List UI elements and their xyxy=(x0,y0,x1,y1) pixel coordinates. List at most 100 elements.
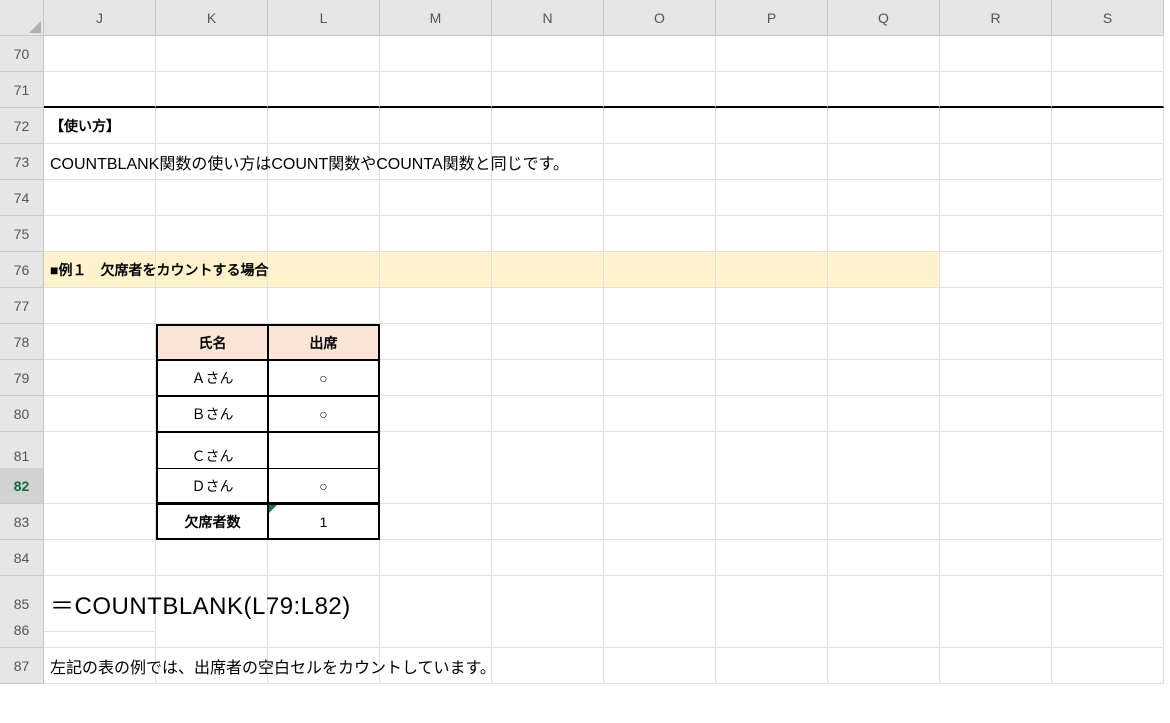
spreadsheet-grid[interactable]: J K L M N O P Q R S 70 71 72 【使い方】 73 CO… xyxy=(0,0,1170,684)
cell-J82[interactable] xyxy=(44,468,156,504)
cell-R87[interactable] xyxy=(940,648,1052,684)
cell-S74[interactable] xyxy=(1052,180,1164,216)
cell-S77[interactable] xyxy=(1052,288,1164,324)
col-header-S[interactable]: S xyxy=(1052,0,1164,36)
cell-N71[interactable] xyxy=(492,72,604,108)
cell-P70[interactable] xyxy=(716,36,828,72)
cell-M83[interactable] xyxy=(380,504,492,540)
cell-O87[interactable] xyxy=(604,648,716,684)
cell-L84[interactable] xyxy=(268,540,380,576)
cell-M71[interactable] xyxy=(380,72,492,108)
row-header-71[interactable]: 71 xyxy=(0,72,44,108)
cell-S82[interactable] xyxy=(1052,468,1164,504)
cell-Q76[interactable] xyxy=(828,252,940,288)
cell-P72[interactable] xyxy=(716,108,828,144)
cell-S83[interactable] xyxy=(1052,504,1164,540)
cell-N82[interactable] xyxy=(492,468,604,504)
cell-J77[interactable] xyxy=(44,288,156,324)
cell-K78-name-header[interactable]: 氏名 xyxy=(156,324,268,360)
cell-O77[interactable] xyxy=(604,288,716,324)
cell-R75[interactable] xyxy=(940,216,1052,252)
row-header-78[interactable]: 78 xyxy=(0,324,44,360)
cell-L75[interactable] xyxy=(268,216,380,252)
cell-M72[interactable] xyxy=(380,108,492,144)
cell-O86[interactable] xyxy=(604,612,716,648)
cell-O73[interactable] xyxy=(604,144,716,180)
cell-S71[interactable] xyxy=(1052,72,1164,108)
cell-O78[interactable] xyxy=(604,324,716,360)
select-all-corner[interactable] xyxy=(0,0,44,36)
cell-M79[interactable] xyxy=(380,360,492,396)
cell-Q83[interactable] xyxy=(828,504,940,540)
row-header-86[interactable]: 86 xyxy=(0,612,44,648)
cell-S86[interactable] xyxy=(1052,612,1164,648)
cell-R84[interactable] xyxy=(940,540,1052,576)
cell-S80[interactable] xyxy=(1052,396,1164,432)
cell-M84[interactable] xyxy=(380,540,492,576)
cell-N78[interactable] xyxy=(492,324,604,360)
cell-N70[interactable] xyxy=(492,36,604,72)
cell-P80[interactable] xyxy=(716,396,828,432)
cell-M86[interactable] xyxy=(380,612,492,648)
cell-S70[interactable] xyxy=(1052,36,1164,72)
row-header-82[interactable]: 82 xyxy=(0,468,44,504)
cell-O80[interactable] xyxy=(604,396,716,432)
cell-L72[interactable] xyxy=(268,108,380,144)
cell-L78-attend-header[interactable]: 出席 xyxy=(268,324,380,360)
cell-P71[interactable] xyxy=(716,72,828,108)
cell-J87[interactable]: 左記の表の例では、出席者の空白セルをカウントしています。 xyxy=(44,648,156,684)
cell-K77[interactable] xyxy=(156,288,268,324)
cell-K70[interactable] xyxy=(156,36,268,72)
cell-P84[interactable] xyxy=(716,540,828,576)
cell-O83[interactable] xyxy=(604,504,716,540)
cell-L74[interactable] xyxy=(268,180,380,216)
cell-O74[interactable] xyxy=(604,180,716,216)
cell-M78[interactable] xyxy=(380,324,492,360)
cell-O79[interactable] xyxy=(604,360,716,396)
row-header-79[interactable]: 79 xyxy=(0,360,44,396)
cell-J74[interactable] xyxy=(44,180,156,216)
row-header-84[interactable]: 84 xyxy=(0,540,44,576)
cell-N76[interactable] xyxy=(492,252,604,288)
col-header-R[interactable]: R xyxy=(940,0,1052,36)
cell-Q70[interactable] xyxy=(828,36,940,72)
cell-J70[interactable] xyxy=(44,36,156,72)
cell-R86[interactable] xyxy=(940,612,1052,648)
row-header-73[interactable]: 73 xyxy=(0,144,44,180)
col-header-K[interactable]: K xyxy=(156,0,268,36)
cell-L82[interactable]: ○ xyxy=(268,468,380,504)
cell-M75[interactable] xyxy=(380,216,492,252)
cell-Q78[interactable] xyxy=(828,324,940,360)
cell-Q79[interactable] xyxy=(828,360,940,396)
col-header-L[interactable]: L xyxy=(268,0,380,36)
cell-J75[interactable] xyxy=(44,216,156,252)
cell-R70[interactable] xyxy=(940,36,1052,72)
col-header-P[interactable]: P xyxy=(716,0,828,36)
cell-O82[interactable] xyxy=(604,468,716,504)
cell-L70[interactable] xyxy=(268,36,380,72)
cell-K72[interactable] xyxy=(156,108,268,144)
col-header-N[interactable]: N xyxy=(492,0,604,36)
row-header-75[interactable]: 75 xyxy=(0,216,44,252)
cell-P87[interactable] xyxy=(716,648,828,684)
cell-K84[interactable] xyxy=(156,540,268,576)
col-header-J[interactable]: J xyxy=(44,0,156,36)
cell-S73[interactable] xyxy=(1052,144,1164,180)
cell-J71[interactable] xyxy=(44,72,156,108)
row-header-77[interactable]: 77 xyxy=(0,288,44,324)
cell-R72[interactable] xyxy=(940,108,1052,144)
row-header-76[interactable]: 76 xyxy=(0,252,44,288)
cell-M80[interactable] xyxy=(380,396,492,432)
cell-N80[interactable] xyxy=(492,396,604,432)
cell-J85-formula[interactable]: ＝COUNTBLANK(L79:L82) xyxy=(44,576,156,632)
cell-O72[interactable] xyxy=(604,108,716,144)
cell-R71[interactable] xyxy=(940,72,1052,108)
cell-Q75[interactable] xyxy=(828,216,940,252)
cell-R83[interactable] xyxy=(940,504,1052,540)
col-header-O[interactable]: O xyxy=(604,0,716,36)
cell-L79[interactable]: ○ xyxy=(268,360,380,396)
cell-N79[interactable] xyxy=(492,360,604,396)
cell-N84[interactable] xyxy=(492,540,604,576)
cell-P83[interactable] xyxy=(716,504,828,540)
col-header-M[interactable]: M xyxy=(380,0,492,36)
